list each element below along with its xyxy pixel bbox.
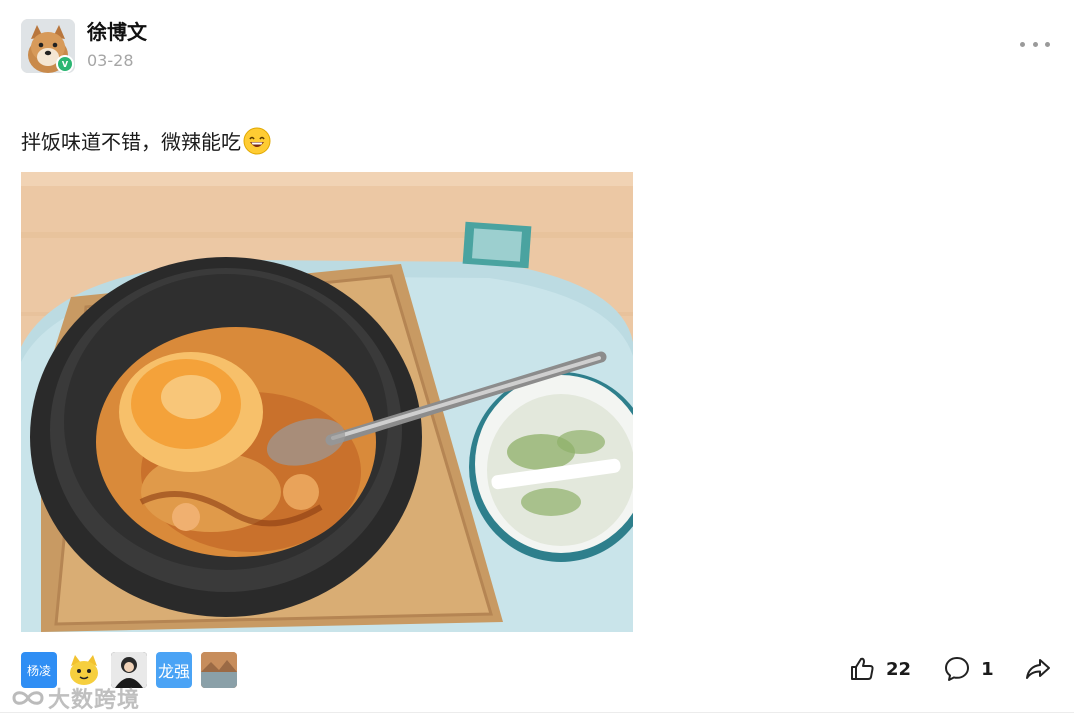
post-actions: 22 1 bbox=[848, 655, 1052, 683]
share-arrow-icon bbox=[1025, 659, 1050, 679]
like-button[interactable]: 22 bbox=[848, 655, 911, 683]
post-text: 拌饭味道不错，微辣能吃 bbox=[21, 130, 241, 154]
post-content: 拌饭味道不错，微辣能吃 bbox=[21, 126, 271, 155]
post-photo[interactable] bbox=[21, 172, 633, 632]
liker-avatar[interactable]: 龙强 bbox=[156, 652, 192, 688]
watermark: 大数跨境 bbox=[8, 682, 140, 714]
grinning-face-emoji-icon bbox=[243, 127, 271, 154]
more-options-icon[interactable] bbox=[1020, 38, 1050, 50]
watermark-text: 大数跨境 bbox=[48, 688, 141, 713]
author-name[interactable]: 徐博文 bbox=[87, 16, 147, 45]
share-button[interactable] bbox=[1024, 655, 1052, 683]
comment-button[interactable]: 1 bbox=[943, 655, 994, 683]
verified-badge-icon: V bbox=[56, 55, 74, 73]
comment-count: 1 bbox=[981, 658, 994, 680]
post-date: 03-28 bbox=[87, 51, 134, 70]
landscape-photo-avatar-image bbox=[201, 652, 237, 688]
like-count: 22 bbox=[886, 658, 912, 680]
infinity-logo-icon bbox=[12, 691, 44, 705]
comment-bubble-icon bbox=[945, 657, 970, 681]
bibimbap-photo-image bbox=[21, 172, 633, 632]
liker-avatar[interactable] bbox=[201, 652, 237, 688]
thumbs-up-icon bbox=[851, 657, 874, 680]
divider bbox=[0, 712, 1074, 713]
